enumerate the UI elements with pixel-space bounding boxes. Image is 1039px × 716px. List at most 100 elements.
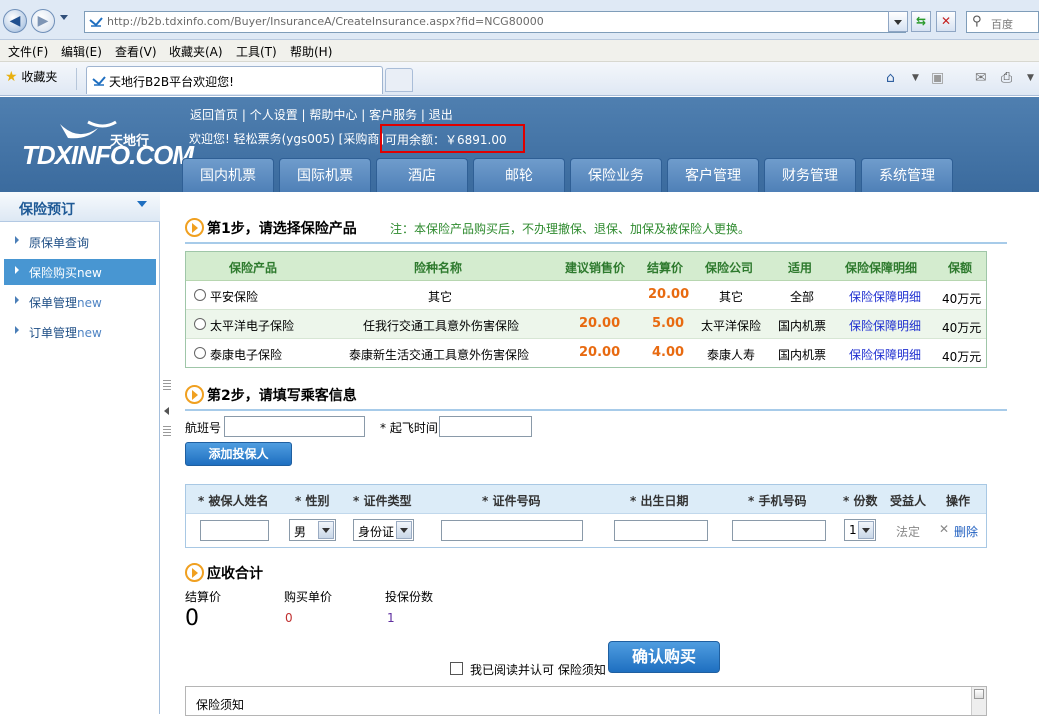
available-balance: 可用余额：￥6891.00 bbox=[385, 133, 507, 147]
site-header: 天地行 TDXINFO.COM 返回首页 | 个人设置 | 帮助中心 | 客户服… bbox=[0, 97, 1039, 192]
stop-icon[interactable]: ✕ bbox=[936, 11, 956, 32]
forward-button[interactable]: ▶ bbox=[31, 9, 55, 33]
menu-file[interactable]: 文件(F) bbox=[8, 43, 48, 60]
top-links: 返回首页 | 个人设置 | 帮助中心 | 客户服务 | 退出 bbox=[190, 108, 453, 122]
add-insured-button[interactable]: 添加投保人 bbox=[185, 442, 292, 466]
settle-label: 结算价 bbox=[185, 590, 222, 604]
sidebar-header[interactable]: 保险预订 bbox=[0, 192, 160, 222]
insurance-notice-box[interactable]: 保险须知 bbox=[185, 686, 987, 716]
print-icon[interactable]: ⎙ bbox=[1001, 70, 1012, 86]
menu-tools[interactable]: 工具(T) bbox=[236, 43, 277, 60]
link-help[interactable]: 帮助中心 bbox=[309, 108, 357, 122]
nav-cruise[interactable]: 邮轮 bbox=[473, 158, 565, 192]
product-table-header: 保险产品 险种名称 建议销售价 结算价 保险公司 适用 保险保障明细 保额 bbox=[186, 252, 986, 281]
passenger-table-header: * 被保人姓名 * 性别 * 证件类型 * 证件号码 * 出生日期 * 手机号码… bbox=[186, 485, 986, 514]
link-settings[interactable]: 个人设置 bbox=[250, 108, 298, 122]
unit-price-value: 0 bbox=[285, 611, 293, 625]
link-logout[interactable]: 退出 bbox=[429, 108, 453, 122]
menu-edit[interactable]: 编辑(E) bbox=[61, 43, 102, 60]
mobile-number-input[interactable] bbox=[732, 520, 826, 541]
coverage-detail-link[interactable]: 保险保障明细 bbox=[849, 346, 921, 363]
delete-icon[interactable]: ✕ bbox=[939, 522, 949, 536]
sidebar-item-policy-management[interactable]: 保单管理new bbox=[4, 289, 156, 315]
arrow-right-icon bbox=[15, 236, 19, 244]
copies-select[interactable]: 1 bbox=[844, 519, 876, 541]
sidebar-item-order-management[interactable]: 订单管理new bbox=[4, 319, 156, 345]
url-dropdown-button[interactable] bbox=[888, 11, 908, 32]
id-type-select[interactable]: 身份证 bbox=[353, 519, 414, 541]
star-icon: ★ bbox=[5, 69, 18, 85]
nav-system[interactable]: 系统管理 bbox=[861, 158, 953, 192]
gender-select[interactable]: 男 bbox=[289, 519, 336, 541]
balance-highlight: 可用余额：￥6891.00 bbox=[380, 124, 525, 153]
search-input[interactable]: ⚲ 百度 bbox=[966, 11, 1039, 33]
product-table: 保险产品 险种名称 建议销售价 结算价 保险公司 适用 保险保障明细 保额 平安… bbox=[185, 251, 987, 368]
product-radio[interactable] bbox=[194, 318, 206, 330]
scroll-up-icon[interactable] bbox=[974, 689, 984, 699]
url-field[interactable]: http://b2b.tdxinfo.com/Buyer/InsuranceA/… bbox=[84, 11, 906, 33]
product-row[interactable]: 太平洋电子保险 任我行交通工具意外伤害保险 20.00 5.00 太平洋保险 国… bbox=[186, 310, 986, 339]
agree-label[interactable]: 我已阅读并认可 保险须知 bbox=[470, 661, 606, 678]
nav-hotel[interactable]: 酒店 bbox=[376, 158, 468, 192]
menu-help[interactable]: 帮助(H) bbox=[290, 43, 332, 60]
settle-value: 0 bbox=[185, 606, 199, 631]
search-icon: ⚲ bbox=[972, 14, 982, 29]
step1-note: 注：本保险产品购买后，不办理撤保、退保、加保及被保险人更换。 bbox=[390, 222, 751, 236]
passenger-table: * 被保人姓名 * 性别 * 证件类型 * 证件号码 * 出生日期 * 手机号码… bbox=[185, 484, 987, 548]
sidebar-splitter[interactable] bbox=[160, 374, 174, 714]
feeds-icon[interactable]: ▣ bbox=[931, 70, 944, 86]
nav-international-flights[interactable]: 国际机票 bbox=[279, 158, 371, 192]
divider bbox=[76, 68, 77, 90]
nav-domestic-flights[interactable]: 国内机票 bbox=[182, 158, 274, 192]
menu-bar: 文件(F) 编辑(E) 查看(V) 收藏夹(A) 工具(T) 帮助(H) bbox=[0, 40, 1039, 62]
nav-finance[interactable]: 财务管理 bbox=[764, 158, 856, 192]
home-icon[interactable]: ⌂ bbox=[886, 70, 895, 86]
confirm-purchase-button[interactable]: 确认购买 bbox=[608, 641, 720, 673]
mail-icon[interactable]: ✉ bbox=[975, 70, 987, 86]
sidebar-item-policy-query[interactable]: 原保单查询 bbox=[4, 229, 156, 255]
nav-customers[interactable]: 客户管理 bbox=[667, 158, 759, 192]
favorites-button[interactable]: ★ 收藏夹 bbox=[5, 68, 57, 85]
collapse-arrow-icon[interactable] bbox=[164, 407, 169, 415]
copies-value: 1 bbox=[387, 611, 395, 625]
arrow-right-icon bbox=[15, 326, 19, 334]
refresh-icon[interactable]: ⇆ bbox=[911, 11, 931, 32]
step2-title: 第2步，请填写乘客信息 bbox=[207, 388, 357, 404]
sidebar: 保险预订 原保单查询 保险购买new 保单管理new 订单管理new bbox=[0, 192, 160, 714]
birth-date-input[interactable] bbox=[614, 520, 708, 541]
nav-insurance[interactable]: 保险业务 bbox=[570, 158, 662, 192]
id-number-input[interactable] bbox=[441, 520, 583, 541]
print-dropdown-icon[interactable]: ▼ bbox=[1027, 73, 1034, 83]
menu-favorites[interactable]: 收藏夹(A) bbox=[169, 43, 223, 60]
departure-time-input[interactable] bbox=[439, 416, 532, 437]
product-radio[interactable] bbox=[194, 347, 206, 359]
back-button[interactable]: ◀ bbox=[3, 9, 27, 33]
product-row[interactable]: 泰康电子保险 泰康新生活交通工具意外伤害保险 20.00 4.00 泰康人寿 国… bbox=[186, 339, 986, 368]
notice-title: 保险须知 bbox=[196, 698, 245, 712]
link-service[interactable]: 客户服务 bbox=[369, 108, 417, 122]
arrow-right-icon bbox=[15, 296, 19, 304]
insured-name-input[interactable] bbox=[200, 520, 269, 541]
home-dropdown-icon[interactable]: ▼ bbox=[912, 73, 919, 83]
divider bbox=[185, 242, 1007, 244]
coverage-detail-link[interactable]: 保险保障明细 bbox=[849, 317, 921, 334]
flight-number-input[interactable] bbox=[224, 416, 365, 437]
departure-time-label: * 起飞时间 bbox=[380, 421, 438, 435]
coverage-detail-link[interactable]: 保险保障明细 bbox=[849, 288, 921, 305]
agree-checkbox[interactable] bbox=[450, 662, 463, 675]
chevron-down-icon bbox=[858, 521, 874, 539]
history-dropdown-icon[interactable] bbox=[60, 15, 68, 20]
delete-link[interactable]: 删除 bbox=[954, 523, 978, 540]
product-row[interactable]: 平安保险 其它 20.00 其它 全部 保险保障明细 40万元 bbox=[186, 281, 986, 310]
tab-active[interactable]: 天地行B2B平台欢迎您! bbox=[86, 66, 383, 94]
chevron-down-icon bbox=[137, 201, 147, 207]
product-radio[interactable] bbox=[194, 289, 206, 301]
chevron-down-icon bbox=[396, 521, 412, 539]
menu-view[interactable]: 查看(V) bbox=[115, 43, 157, 60]
logo[interactable]: 天地行 TDXINFO.COM bbox=[22, 120, 194, 170]
arrow-right-icon bbox=[15, 266, 19, 274]
notice-scrollbar[interactable] bbox=[971, 687, 986, 715]
new-tab-button[interactable] bbox=[385, 68, 413, 92]
sidebar-item-insurance-purchase[interactable]: 保险购买new bbox=[4, 259, 156, 285]
link-home[interactable]: 返回首页 bbox=[190, 108, 238, 122]
